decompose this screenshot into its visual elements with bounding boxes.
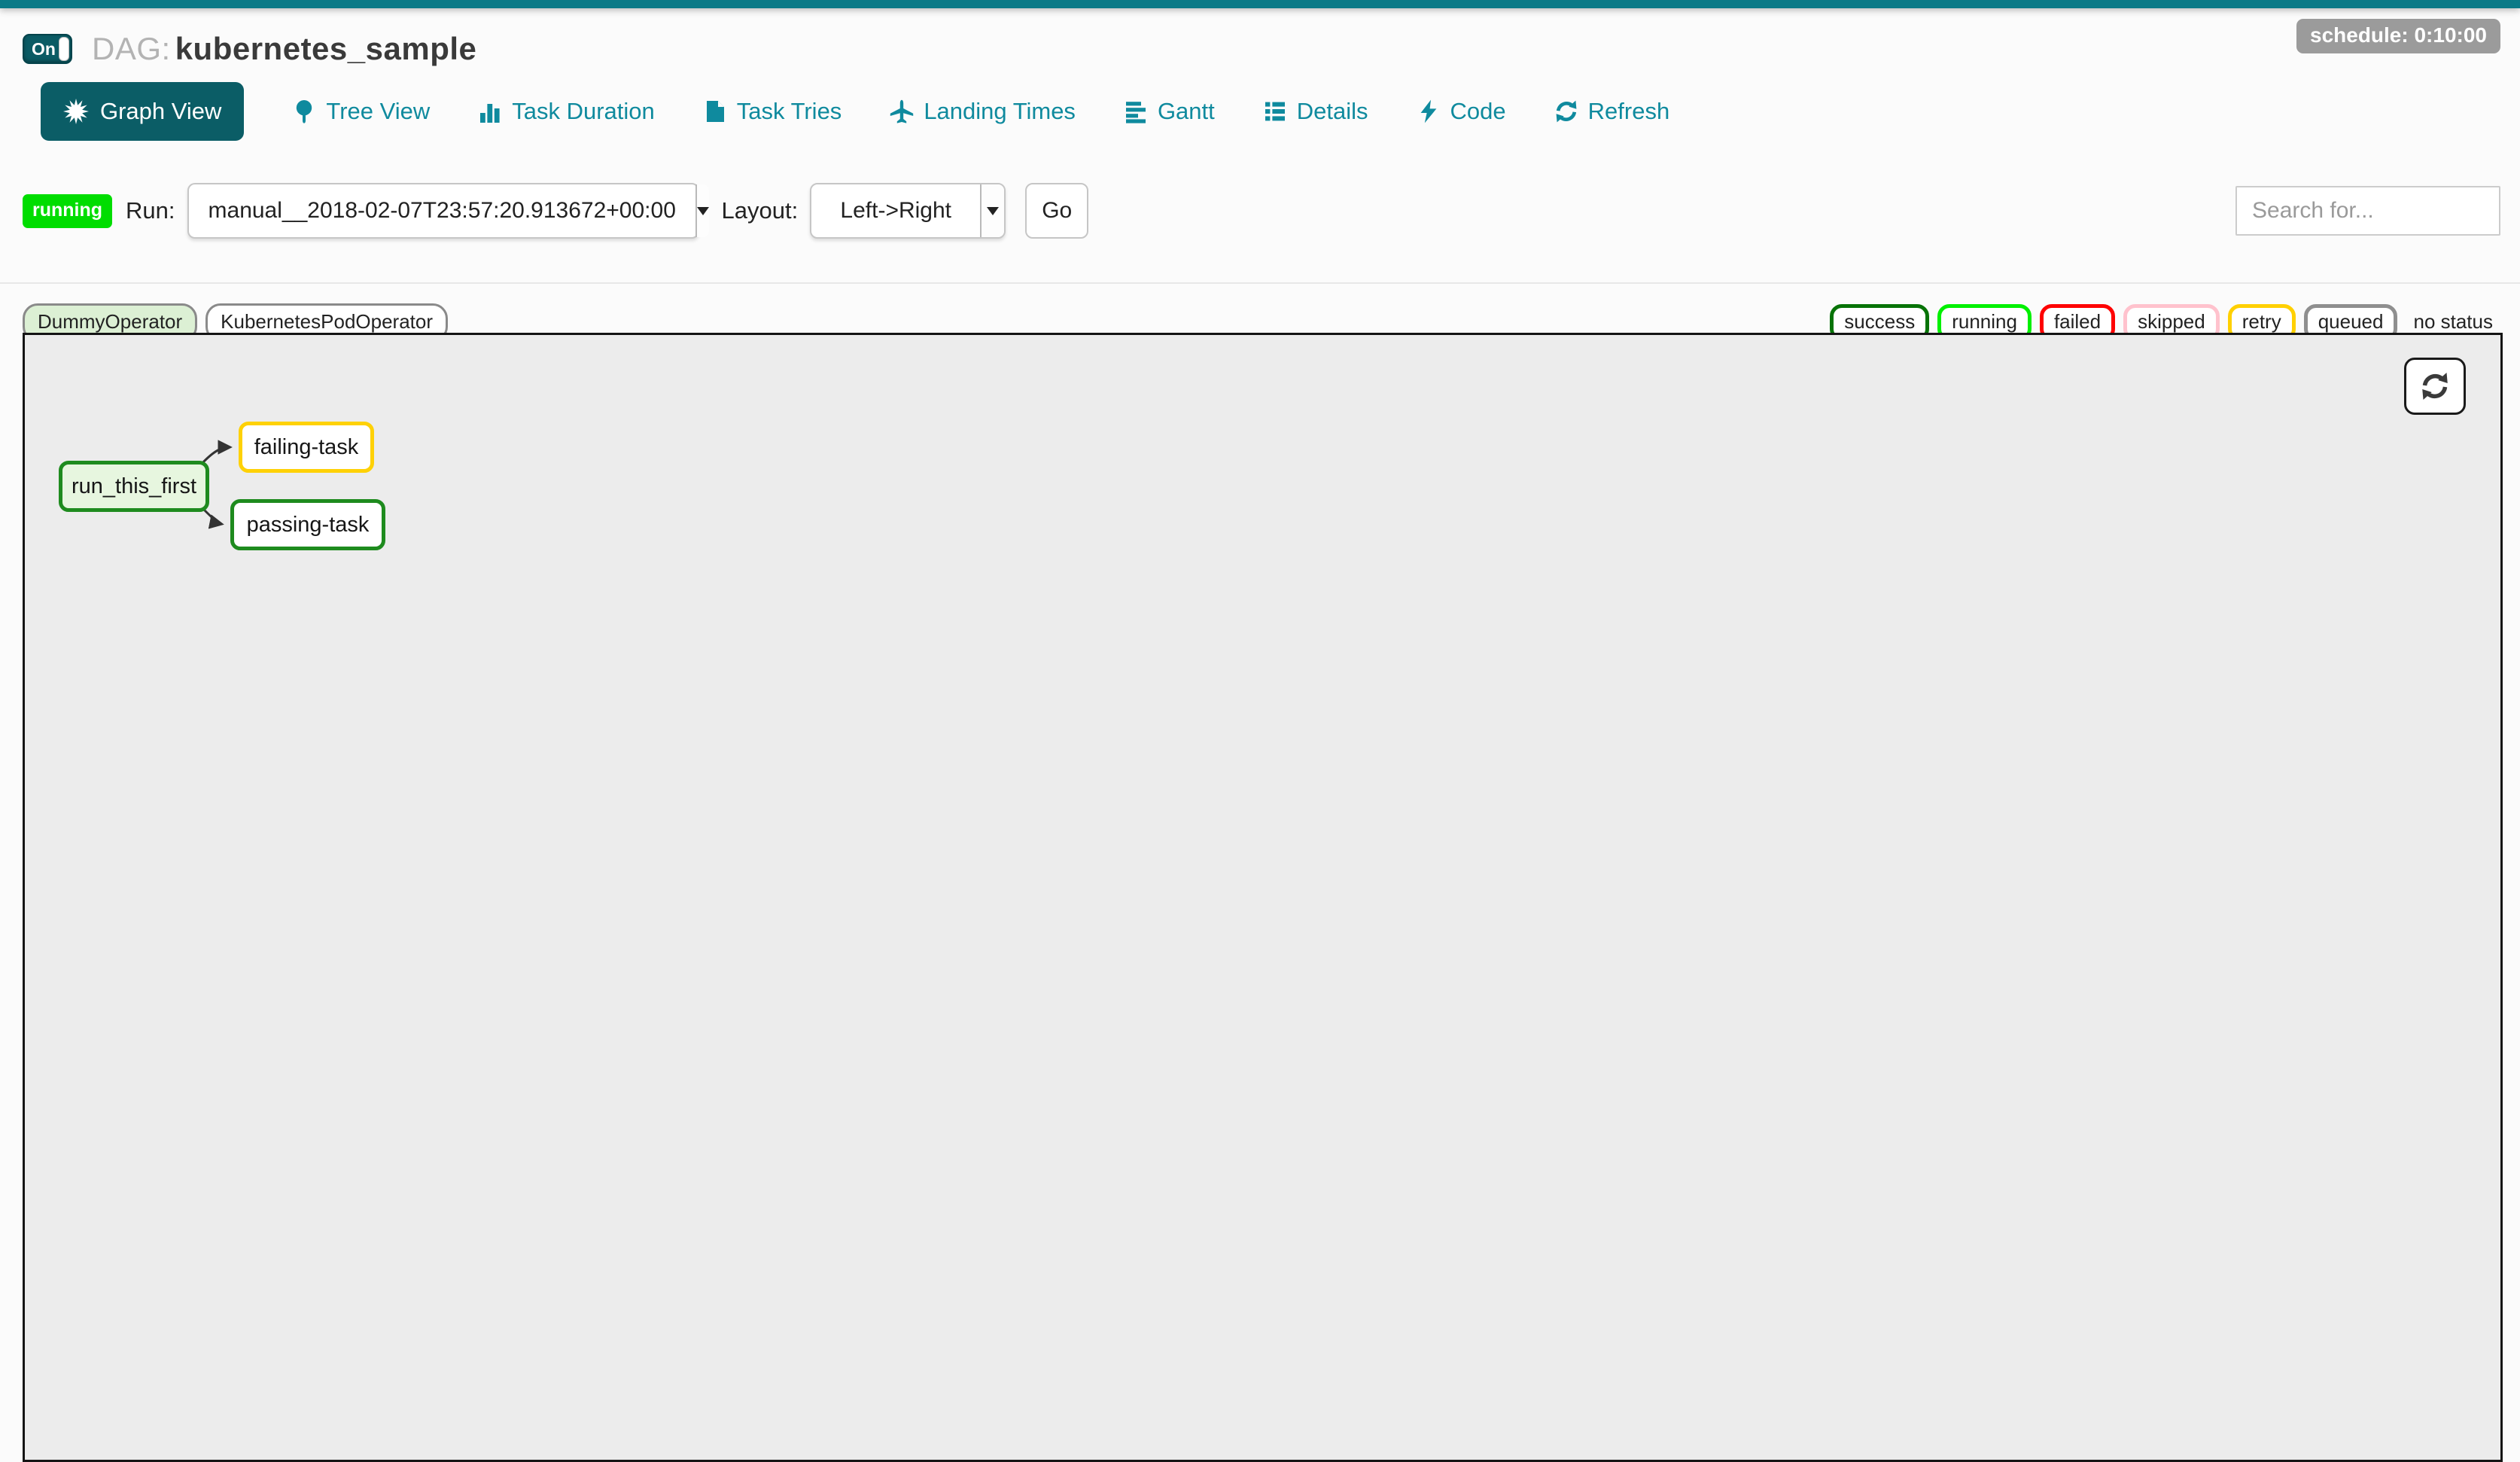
tree-icon [292,99,316,123]
tab-label: Gantt [1158,98,1215,125]
go-button[interactable]: Go [1025,183,1088,239]
tab-task-tries[interactable]: Task Tries [703,98,842,125]
view-nav: Graph View Tree View Task Duration Task … [23,82,2520,141]
tab-landing-times[interactable]: Landing Times [890,98,1076,125]
task-node-failing-task[interactable]: failing-task [239,422,374,473]
task-node-passing-task[interactable]: passing-task [230,499,385,550]
tab-task-duration[interactable]: Task Duration [478,98,655,125]
align-left-icon [1124,99,1148,123]
tab-gantt[interactable]: Gantt [1124,98,1215,125]
layout-select-value: Left->Right [811,184,980,237]
layout-select-caret-box[interactable] [980,184,1004,237]
bar-chart-icon [478,99,502,123]
tab-label: Graph View [100,98,221,125]
title-row: On DAG:kubernetes_sample [23,31,2520,67]
tab-label: Tree View [326,98,430,125]
schedule-badge: schedule: 0:10:00 [2296,19,2500,53]
page-header: schedule: 0:10:00 On DAG:kubernetes_samp… [0,8,2520,141]
tab-graph-view[interactable]: Graph View [41,82,244,141]
layout-select[interactable]: Left->Right [810,183,1006,239]
tab-label: Refresh [1588,98,1670,125]
chevron-down-icon [697,207,709,215]
tab-refresh[interactable]: Refresh [1554,98,1670,125]
dag-graph-canvas: run_this_first failing-task passing-task [23,333,2503,1462]
chevron-down-icon [987,207,999,215]
tab-tree-view[interactable]: Tree View [292,98,430,125]
document-chart-icon [703,99,727,123]
run-label: Run: [126,197,175,224]
run-select-value: manual__2018-02-07T23:57:20.913672+00:00 [189,184,695,237]
list-icon [1263,99,1287,123]
dag-prefix-label: DAG: [92,31,171,66]
plane-icon [890,99,914,123]
run-select-caret-box[interactable] [695,184,709,237]
tab-details[interactable]: Details [1263,98,1368,125]
bolt-icon [1417,99,1441,123]
page-title: DAG:kubernetes_sample [92,31,476,67]
dag-name: kubernetes_sample [175,31,477,66]
refresh-icon [1554,99,1578,123]
search-input[interactable] [2235,186,2500,236]
tab-label: Landing Times [924,98,1076,125]
tab-code[interactable]: Code [1417,98,1506,125]
graph-refresh-button[interactable] [2404,358,2466,415]
task-node-run-this-first[interactable]: run_this_first [59,461,209,512]
run-state-badge: running [23,194,112,228]
layout-label: Layout: [722,197,799,224]
toggle-on-label: On [32,39,56,59]
dag-on-off-toggle[interactable]: On [23,34,72,64]
tab-label: Task Duration [512,98,655,125]
toggle-knob [59,37,69,61]
top-brand-bar [0,0,2520,8]
run-controls-row: running Run: manual__2018-02-07T23:57:20… [0,183,2520,239]
tab-label: Task Tries [737,98,842,125]
graph-view-icon [63,99,89,124]
run-select[interactable]: manual__2018-02-07T23:57:20.913672+00:00 [187,183,699,239]
edge-run-this-first-to-failing-task [202,447,230,464]
tab-label: Code [1450,98,1506,125]
tab-label: Details [1297,98,1368,125]
refresh-icon [2420,371,2450,401]
